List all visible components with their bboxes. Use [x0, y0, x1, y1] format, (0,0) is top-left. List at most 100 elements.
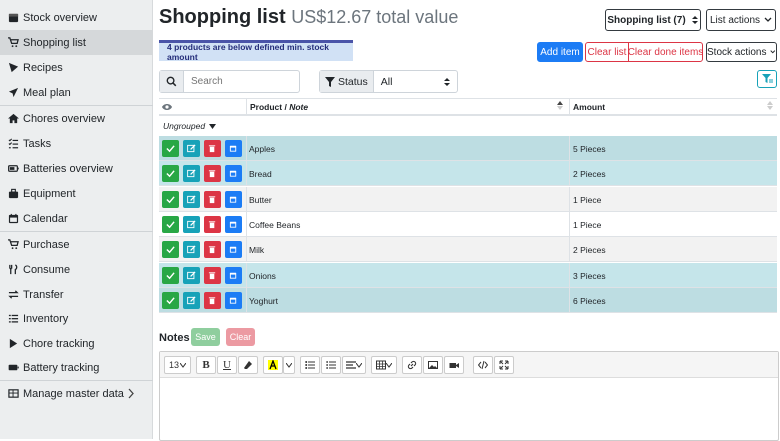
clear-list-button[interactable]: Clear list [585, 42, 629, 62]
stock-alert[interactable]: 4 products are below defined min. stock … [159, 40, 353, 62]
edit-button[interactable] [183, 140, 200, 157]
underline-button[interactable]: U [217, 356, 237, 374]
code-view-button[interactable] [473, 356, 493, 374]
done-button[interactable] [162, 241, 179, 259]
ordered-list-button[interactable] [321, 356, 341, 374]
fullscreen-button[interactable] [494, 356, 514, 374]
done-button[interactable] [162, 190, 179, 208]
column-header-product[interactable]: Product / Note [250, 102, 308, 112]
sidebar-item-inventory[interactable]: Inventory [0, 306, 153, 331]
delete-button[interactable] [204, 241, 221, 259]
clear-done-items-label: Clear done items [627, 46, 704, 58]
sidebar-item-chores-overview[interactable]: Chores overview [0, 106, 153, 131]
shopping-list-selector[interactable]: Shopping list (7) [605, 9, 701, 31]
edit-button[interactable] [183, 165, 200, 183]
product-name[interactable]: Coffee Beans [249, 220, 300, 230]
purchase-button[interactable] [225, 215, 242, 233]
sidebar-item-batteries-overview[interactable]: Batteries overview [0, 156, 153, 181]
purchase-button[interactable] [225, 241, 242, 259]
product-amount: 1 Piece [573, 194, 602, 205]
product-amount: 1 Piece [573, 219, 602, 230]
sidebar-item-shopping-list[interactable]: Shopping list [0, 30, 153, 55]
search-input[interactable] [184, 76, 294, 87]
group-ungrouped[interactable]: Ungrouped [163, 121, 217, 131]
add-item-label: Add item [540, 46, 580, 58]
done-button[interactable] [162, 215, 179, 233]
color-dropdown[interactable] [283, 356, 295, 374]
product-name[interactable]: Onions [249, 271, 276, 281]
paper-plane-icon [8, 87, 19, 98]
sidebar-item-meal-plan[interactable]: Meal plan [0, 80, 153, 105]
video-button[interactable] [444, 356, 464, 374]
product-name[interactable]: Bread [249, 169, 272, 179]
edit-button[interactable] [183, 241, 200, 259]
sidebar-item-chore-tracking[interactable]: Chore tracking [0, 331, 153, 356]
done-button[interactable] [162, 291, 179, 309]
add-item-button[interactable]: Add item [537, 42, 583, 62]
status-label-text: Status [338, 75, 368, 88]
eye-icon[interactable] [162, 103, 172, 111]
status-filter[interactable]: Status All [319, 70, 458, 93]
link-button[interactable] [402, 356, 422, 374]
delete-button[interactable] [204, 215, 221, 233]
paragraph-align-dropdown[interactable] [342, 356, 366, 374]
done-button[interactable] [162, 266, 179, 284]
sidebar-item-transfer[interactable]: Transfer [0, 282, 153, 307]
save-notes-button[interactable]: Save [191, 328, 220, 346]
chevron-down-icon [286, 362, 292, 368]
edit-button[interactable] [183, 291, 200, 309]
purchase-button[interactable] [225, 190, 242, 208]
trash-icon [208, 221, 216, 228]
delete-button[interactable] [204, 266, 221, 284]
list-icon [8, 314, 19, 323]
sidebar-item-calendar[interactable]: Calendar [0, 206, 153, 231]
sidebar-item-purchase[interactable]: Purchase [0, 232, 153, 257]
sidebar-item-battery-tracking[interactable]: Battery tracking [0, 355, 153, 380]
product-name[interactable]: Yoghurt [249, 296, 278, 306]
sidebar-item-manage-master-data[interactable]: Manage master data [0, 381, 153, 406]
done-button[interactable] [162, 165, 179, 183]
image-button[interactable] [423, 356, 443, 374]
sidebar-item-equipment[interactable]: Equipment [0, 181, 153, 206]
font-size-dropdown[interactable]: 13 [164, 356, 191, 374]
delete-button[interactable] [204, 140, 221, 157]
edit-button[interactable] [183, 190, 200, 208]
table-header: Product / Note Amount [159, 98, 777, 116]
delete-button[interactable] [204, 190, 221, 208]
purchase-button[interactable] [225, 165, 242, 183]
product-name[interactable]: Apples [249, 144, 275, 154]
sidebar-item-consume[interactable]: Consume [0, 257, 153, 282]
unordered-list-button[interactable] [300, 356, 320, 374]
table-row: Bread 2 Pieces [159, 161, 777, 187]
clear-done-items-button[interactable]: Clear done items [628, 42, 703, 62]
edit-button[interactable] [183, 215, 200, 233]
purchase-button[interactable] [225, 140, 242, 157]
purchase-button[interactable] [225, 266, 242, 284]
sidebar-item-label: Stock overview [23, 11, 97, 24]
product-amount: 6 Pieces [573, 295, 606, 306]
stock-actions-button[interactable]: Stock actions [706, 42, 777, 62]
highlight-color-button[interactable] [263, 356, 283, 374]
bold-button[interactable]: B [196, 356, 216, 374]
delete-button[interactable] [204, 291, 221, 309]
sidebar-item-tasks[interactable]: Tasks [0, 131, 153, 156]
purchase-button[interactable] [225, 291, 242, 309]
table-icon [8, 389, 19, 398]
sidebar-item-label: Manage master data [23, 387, 124, 400]
sidebar-item-label: Shopping list [23, 36, 86, 49]
eraser-button[interactable] [238, 356, 258, 374]
column-header-amount[interactable]: Amount [573, 102, 605, 112]
sidebar-item-stock-overview[interactable]: Stock overview [0, 5, 153, 30]
sidebar-item-recipes[interactable]: Recipes [0, 55, 153, 80]
table-dropdown[interactable] [371, 356, 397, 374]
product-name[interactable]: Butter [249, 195, 272, 205]
edit-button[interactable] [183, 266, 200, 284]
clear-notes-button[interactable]: Clear [226, 328, 255, 346]
delete-button[interactable] [204, 165, 221, 183]
product-name[interactable]: Milk [249, 245, 264, 255]
trash-icon [208, 297, 216, 304]
done-button[interactable] [162, 140, 179, 157]
table-filter-button[interactable] [757, 70, 777, 88]
list-actions-button[interactable]: List actions [706, 9, 776, 31]
trash-icon [208, 246, 216, 254]
